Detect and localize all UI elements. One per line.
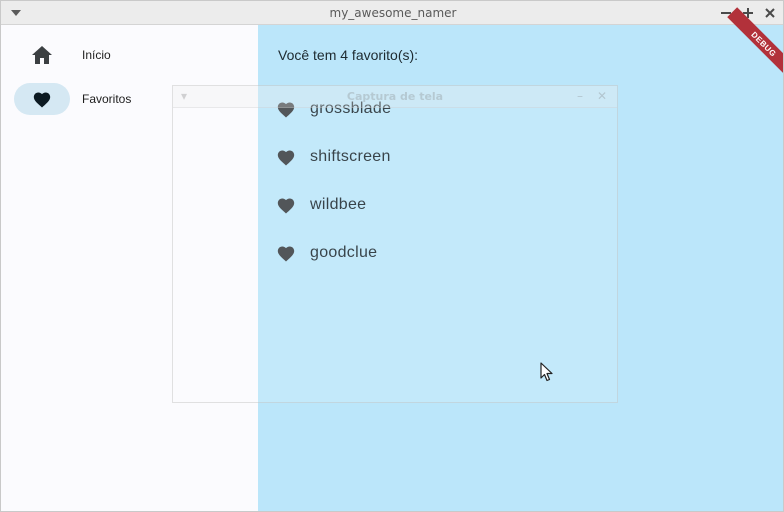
favorites-count-text: Você tem 4 favorito(s): bbox=[278, 47, 419, 63]
heart-icon bbox=[276, 243, 296, 263]
favorite-name: grossblade bbox=[310, 100, 392, 117]
nav-item-favorites[interactable]: Favoritos bbox=[14, 83, 254, 115]
window-title: my_awesome_namer bbox=[329, 6, 457, 20]
nav-favorites-label: Favoritos bbox=[82, 92, 132, 106]
home-icon bbox=[32, 46, 52, 64]
mouse-cursor-icon bbox=[540, 362, 553, 382]
list-item[interactable]: goodclue bbox=[276, 241, 377, 265]
nav-home-label: Início bbox=[82, 48, 111, 62]
heart-icon bbox=[276, 99, 296, 119]
title-bar[interactable]: my_awesome_namer bbox=[1, 1, 783, 25]
app-content: Início Favoritos Você tem 4 favorito(s):… bbox=[1, 7, 783, 511]
navigation-rail: Início Favoritos bbox=[1, 25, 258, 511]
heart-icon bbox=[33, 92, 51, 108]
favorites-page: Você tem 4 favorito(s): grossblade shift… bbox=[258, 7, 783, 511]
nav-home-pill[interactable] bbox=[14, 39, 70, 71]
list-item[interactable]: shiftscreen bbox=[276, 145, 391, 169]
favorite-name: shiftscreen bbox=[310, 148, 391, 165]
list-item[interactable]: wildbee bbox=[276, 193, 366, 217]
heart-icon bbox=[276, 147, 296, 167]
debug-banner-label: DEBUG bbox=[749, 29, 779, 59]
favorite-name: goodclue bbox=[310, 244, 378, 261]
nav-favorites-pill[interactable] bbox=[14, 83, 70, 115]
close-icon[interactable] bbox=[762, 5, 778, 21]
list-item[interactable]: grossblade bbox=[276, 97, 391, 121]
favorite-name: wildbee bbox=[310, 196, 367, 213]
heart-icon bbox=[276, 195, 296, 215]
app-window: my_awesome_namer Início Favoritos Você t… bbox=[0, 0, 784, 512]
nav-item-home[interactable]: Início bbox=[14, 39, 254, 71]
